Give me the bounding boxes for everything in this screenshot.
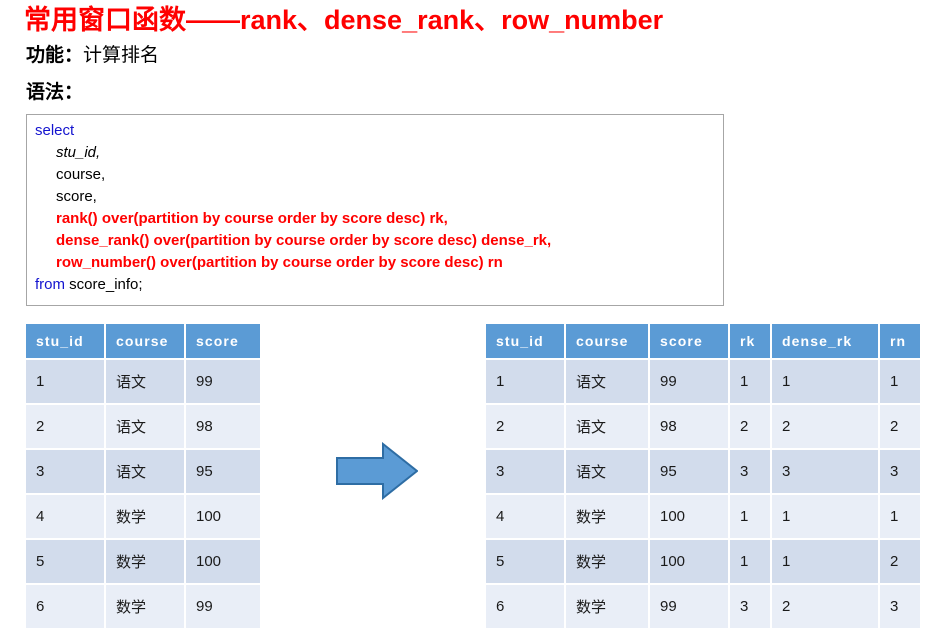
cell-course: 语文	[566, 405, 648, 448]
cell-rn: 1	[880, 495, 920, 538]
code-line-from: from score_info;	[35, 274, 723, 296]
cell-rn: 2	[880, 540, 920, 583]
table-row: 5 数学 100 1 1 2	[486, 540, 920, 583]
cell-course: 语文	[566, 450, 648, 493]
column-header-rn: rn	[880, 324, 920, 358]
table-row: 4 数学 100 1 1 1	[486, 495, 920, 538]
code-table-name: score_info;	[65, 276, 143, 293]
cell-stu-id: 3	[486, 450, 564, 493]
cell-course: 语文	[106, 360, 184, 403]
table-header-row: stu_id course score rk dense_rk rn	[486, 324, 920, 358]
cell-rn: 2	[880, 405, 920, 448]
column-header-rk: rk	[730, 324, 770, 358]
cell-dense-rk: 1	[772, 540, 878, 583]
result-table: stu_id course score rk dense_rk rn 1 语文 …	[484, 322, 922, 630]
column-header-course: course	[106, 324, 184, 358]
cell-score: 99	[186, 360, 260, 403]
code-line-score: score,	[56, 188, 97, 205]
cell-stu-id: 1	[26, 360, 104, 403]
cell-score: 95	[650, 450, 728, 493]
table-row: 3 语文 95 3 3 3	[486, 450, 920, 493]
syntax-label: 语法：	[26, 82, 84, 103]
code-line-row-number: row_number() over(partition by course or…	[56, 254, 503, 271]
table-row: 1 语文 99 1 1 1	[486, 360, 920, 403]
function-value: 计算排名	[83, 45, 160, 66]
cell-course: 数学	[106, 585, 184, 628]
cell-score: 95	[186, 450, 260, 493]
cell-rk: 1	[730, 540, 770, 583]
cell-score: 100	[186, 540, 260, 583]
source-table: stu_id course score 1 语文 99 2 语文 98 3 语文…	[24, 322, 262, 630]
cell-stu-id: 2	[26, 405, 104, 448]
page-title: 常用窗口函数——rank、dense_rank、row_number	[24, 5, 664, 35]
cell-dense-rk: 1	[772, 360, 878, 403]
cell-score: 98	[650, 405, 728, 448]
table-row: 1 语文 99	[26, 360, 260, 403]
sql-code-block: select stu_id, course, score, rank() ove…	[26, 114, 724, 306]
code-keyword-from: from	[35, 276, 65, 293]
cell-rn: 3	[880, 585, 920, 628]
cell-course: 数学	[106, 540, 184, 583]
function-label: 功能：	[26, 45, 84, 66]
cell-score: 100	[650, 495, 728, 538]
function-description-line: 功能：计算排名	[26, 40, 159, 67]
cell-stu-id: 1	[486, 360, 564, 403]
cell-course: 数学	[566, 495, 648, 538]
column-header-dense-rk: dense_rk	[772, 324, 878, 358]
cell-dense-rk: 1	[772, 495, 878, 538]
cell-stu-id: 2	[486, 405, 564, 448]
cell-score: 100	[650, 540, 728, 583]
column-header-score: score	[186, 324, 260, 358]
table-row: 2 语文 98	[26, 405, 260, 448]
column-header-score: score	[650, 324, 728, 358]
cell-stu-id: 5	[486, 540, 564, 583]
code-line-select: select	[35, 122, 75, 139]
cell-stu-id: 5	[26, 540, 104, 583]
cell-rk: 1	[730, 495, 770, 538]
cell-dense-rk: 3	[772, 450, 878, 493]
cell-course: 数学	[566, 540, 648, 583]
right-arrow-icon	[336, 441, 419, 501]
cell-dense-rk: 2	[772, 405, 878, 448]
column-header-course: course	[566, 324, 648, 358]
cell-stu-id: 6	[486, 585, 564, 628]
cell-rk: 3	[730, 450, 770, 493]
table-row: 5 数学 100	[26, 540, 260, 583]
cell-rn: 3	[880, 450, 920, 493]
column-header-stu-id: stu_id	[486, 324, 564, 358]
cell-score: 99	[650, 585, 728, 628]
cell-course: 语文	[106, 405, 184, 448]
column-header-stu-id: stu_id	[26, 324, 104, 358]
code-line-course: course,	[56, 166, 106, 183]
table-row: 6 数学 99 3 2 3	[486, 585, 920, 628]
cell-stu-id: 6	[26, 585, 104, 628]
code-line-rank: rank() over(partition by course order by…	[56, 210, 448, 227]
cell-course: 数学	[106, 495, 184, 538]
cell-score: 100	[186, 495, 260, 538]
cell-stu-id: 4	[486, 495, 564, 538]
cell-rk: 3	[730, 585, 770, 628]
cell-dense-rk: 2	[772, 585, 878, 628]
cell-course: 数学	[566, 585, 648, 628]
cell-score: 99	[650, 360, 728, 403]
table-row: 3 语文 95	[26, 450, 260, 493]
cell-score: 98	[186, 405, 260, 448]
cell-score: 99	[186, 585, 260, 628]
table-row: 6 数学 99	[26, 585, 260, 628]
cell-stu-id: 3	[26, 450, 104, 493]
cell-rk: 1	[730, 360, 770, 403]
table-row: 4 数学 100	[26, 495, 260, 538]
cell-rn: 1	[880, 360, 920, 403]
table-header-row: stu_id course score	[26, 324, 260, 358]
table-row: 2 语文 98 2 2 2	[486, 405, 920, 448]
cell-rk: 2	[730, 405, 770, 448]
cell-course: 语文	[566, 360, 648, 403]
cell-stu-id: 4	[26, 495, 104, 538]
cell-course: 语文	[106, 450, 184, 493]
code-line-dense-rank: dense_rank() over(partition by course or…	[56, 232, 552, 249]
code-line-stu-id: stu_id,	[56, 144, 101, 161]
